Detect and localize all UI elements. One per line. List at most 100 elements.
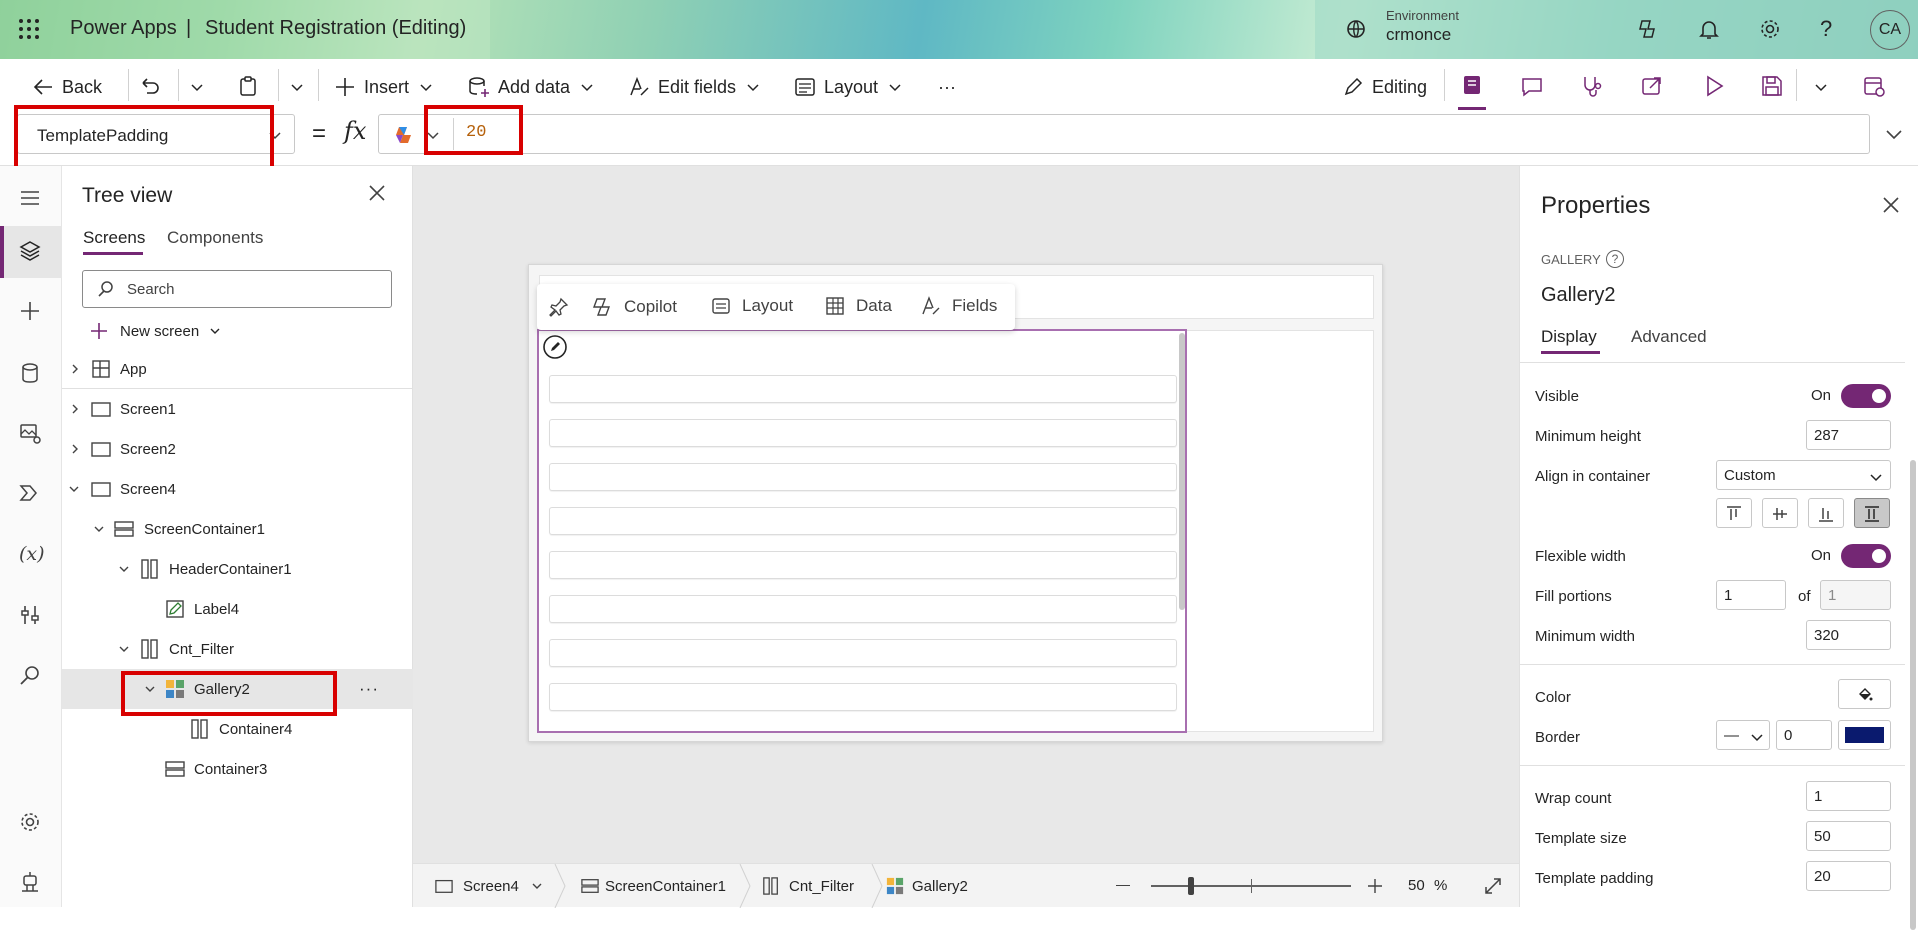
align-dropdown[interactable]: Custom bbox=[1716, 460, 1891, 490]
fit-to-window-icon[interactable] bbox=[1483, 876, 1503, 896]
gallery-scrollbar[interactable] bbox=[1179, 333, 1185, 610]
align-stretch-button[interactable] bbox=[1854, 498, 1890, 528]
brand-name[interactable]: Power Apps bbox=[70, 17, 177, 40]
copilot-icon[interactable] bbox=[1636, 17, 1660, 41]
properties-scrollbar[interactable] bbox=[1910, 460, 1916, 930]
editing-button[interactable]: Editing bbox=[1342, 72, 1427, 102]
layout-button[interactable]: Layout bbox=[794, 72, 910, 102]
more-commands-button[interactable]: ··· bbox=[938, 72, 956, 102]
chevron-down-icon[interactable] bbox=[118, 563, 130, 575]
tree-item-headercontainer1[interactable]: HeaderContainer1 bbox=[62, 549, 413, 589]
more-options-button[interactable]: ··· bbox=[359, 679, 379, 699]
border-width-input[interactable]: 0 bbox=[1776, 720, 1832, 750]
tree-item-container4[interactable]: Container4 bbox=[62, 709, 413, 749]
advanced-tools-icon[interactable] bbox=[18, 603, 44, 629]
help-icon[interactable]: ? bbox=[1820, 16, 1832, 42]
tree-item-screen4[interactable]: Screen4 bbox=[62, 469, 413, 509]
gallery-template-row[interactable] bbox=[549, 419, 1177, 447]
gallery-template-row[interactable] bbox=[549, 639, 1177, 667]
avatar[interactable]: CA bbox=[1870, 10, 1910, 50]
chevron-down-icon[interactable] bbox=[1814, 80, 1828, 94]
plus-icon[interactable] bbox=[1367, 878, 1383, 894]
fill-portions-input[interactable]: 1 bbox=[1716, 580, 1786, 610]
chevron-down-icon[interactable] bbox=[190, 80, 204, 94]
zoom-slider[interactable] bbox=[1151, 877, 1351, 895]
media-nav-icon[interactable] bbox=[18, 421, 44, 447]
layout-tool-button[interactable]: Layout bbox=[711, 296, 793, 316]
app-checker-icon[interactable] bbox=[1460, 73, 1484, 97]
design-canvas[interactable]: Copilot Layout Data Fields bbox=[413, 166, 1519, 863]
data-tool-button[interactable]: Data bbox=[825, 296, 892, 316]
align-top-button[interactable] bbox=[1716, 498, 1752, 528]
gallery-template-row[interactable] bbox=[549, 551, 1177, 579]
tree-item-screen1[interactable]: Screen1 bbox=[62, 389, 413, 429]
color-picker[interactable] bbox=[1838, 679, 1891, 709]
tree-item-app[interactable]: App bbox=[62, 349, 413, 389]
chevron-right-icon[interactable] bbox=[69, 363, 81, 375]
zoom-slider-thumb[interactable] bbox=[1188, 877, 1194, 895]
settings-icon[interactable] bbox=[1758, 17, 1782, 41]
play-icon[interactable] bbox=[1702, 74, 1726, 98]
close-icon[interactable] bbox=[368, 184, 386, 202]
tree-item-label4[interactable]: Label4 bbox=[62, 589, 413, 629]
align-middle-button[interactable] bbox=[1762, 498, 1798, 528]
variables-icon[interactable]: (𝑥) bbox=[19, 543, 45, 565]
chevron-down-icon[interactable] bbox=[118, 643, 130, 655]
border-style-dropdown[interactable]: — bbox=[1716, 720, 1770, 750]
back-button[interactable]: Back bbox=[32, 72, 102, 102]
gallery2[interactable] bbox=[537, 329, 1187, 733]
gallery-template-row[interactable] bbox=[549, 595, 1177, 623]
zoom-out-button[interactable] bbox=[1116, 885, 1130, 886]
gallery-template-row[interactable] bbox=[549, 507, 1177, 535]
visible-toggle[interactable] bbox=[1841, 384, 1891, 408]
tab-advanced[interactable]: Advanced bbox=[1631, 327, 1707, 347]
screen-preview[interactable]: Copilot Layout Data Fields bbox=[528, 264, 1383, 742]
save-icon[interactable] bbox=[1760, 74, 1784, 98]
app-launcher-icon[interactable] bbox=[18, 18, 40, 40]
virtual-agent-icon[interactable] bbox=[18, 870, 44, 896]
insert-nav-icon[interactable] bbox=[18, 299, 44, 325]
tree-item-cnt-filter[interactable]: Cnt_Filter bbox=[62, 629, 413, 669]
chevron-down-icon[interactable] bbox=[290, 80, 304, 94]
hamburger-icon[interactable] bbox=[18, 186, 44, 212]
tab-screens[interactable]: Screens bbox=[83, 228, 145, 248]
gallery-template-row[interactable] bbox=[549, 683, 1177, 711]
tree-item-screencontainer1[interactable]: ScreenContainer1 bbox=[62, 509, 413, 549]
add-data-button[interactable]: Add data bbox=[468, 72, 602, 102]
expand-formula-icon[interactable] bbox=[1885, 127, 1903, 141]
chevron-right-icon[interactable] bbox=[69, 443, 81, 455]
undo-icon[interactable] bbox=[138, 74, 162, 98]
environment-icon[interactable] bbox=[1344, 17, 1368, 41]
min-height-input[interactable]: 287 bbox=[1806, 420, 1891, 450]
data-nav-icon[interactable] bbox=[18, 361, 44, 387]
align-bottom-button[interactable] bbox=[1808, 498, 1844, 528]
breadcrumb-screen4[interactable]: Screen4 bbox=[435, 877, 543, 895]
flex-width-toggle[interactable] bbox=[1841, 544, 1891, 568]
copilot-tool-button[interactable]: Copilot bbox=[591, 296, 677, 318]
pin-icon[interactable] bbox=[549, 297, 569, 317]
breadcrumb-gallery2[interactable]: Gallery2 bbox=[886, 877, 968, 895]
template-size-input[interactable]: 50 bbox=[1806, 821, 1891, 851]
fields-tool-button[interactable]: Fields bbox=[921, 296, 997, 316]
edit-fields-button[interactable]: Edit fields bbox=[628, 72, 768, 102]
formula-input[interactable] bbox=[378, 114, 1870, 154]
tab-display[interactable]: Display bbox=[1541, 327, 1597, 347]
tab-components[interactable]: Components bbox=[167, 228, 263, 248]
min-width-input[interactable]: 320 bbox=[1806, 620, 1891, 650]
power-automate-icon[interactable] bbox=[18, 481, 44, 507]
chevron-down-icon[interactable] bbox=[93, 523, 105, 535]
chevron-down-icon[interactable] bbox=[68, 483, 80, 495]
health-check-icon[interactable] bbox=[1580, 74, 1604, 98]
edit-gallery-button[interactable] bbox=[542, 334, 568, 360]
comments-icon[interactable] bbox=[1520, 74, 1544, 98]
environment-name[interactable]: crmonce bbox=[1386, 25, 1451, 45]
search-input[interactable]: Search bbox=[82, 270, 392, 308]
layers-icon[interactable] bbox=[18, 239, 44, 265]
copilot-icon[interactable] bbox=[392, 123, 416, 147]
tree-item-container3[interactable]: Container3 bbox=[62, 749, 413, 789]
notifications-icon[interactable] bbox=[1697, 17, 1721, 41]
template-padding-input[interactable]: 20 bbox=[1806, 861, 1891, 891]
gallery-template-row[interactable] bbox=[549, 463, 1177, 491]
tree-item-screen2[interactable]: Screen2 bbox=[62, 429, 413, 469]
share-icon[interactable] bbox=[1640, 74, 1664, 98]
